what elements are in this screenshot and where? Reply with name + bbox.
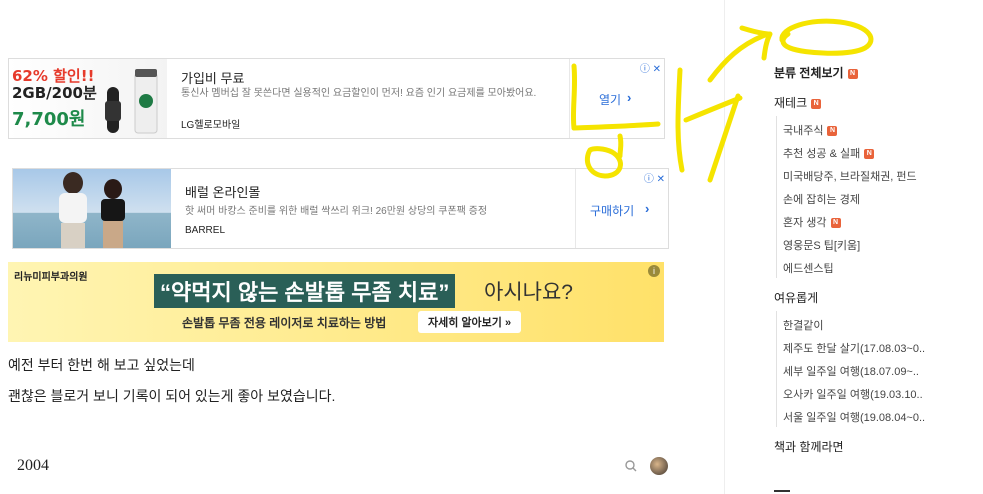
sidebar-item-us-dividend[interactable]: 미국배당주, 브라질채권, 펀드 [783,168,917,184]
ad-image [13,169,171,248]
sidebar-item-jeju[interactable]: 제주도 한달 살기(17.08.03~0.. [783,340,925,356]
sidebar-item-kiwoom-tips[interactable]: 영웅문S 팁[키움] [783,237,860,253]
tumbler-watch-icon [105,69,158,134]
tree-line [776,311,777,427]
new-badge: N [847,68,858,79]
learn-more-button[interactable]: 자세히 알아보기 » [418,311,522,333]
tree-line [776,116,777,278]
ad-cta[interactable]: 열기 [599,91,621,108]
item-label: 혼자 생각 [783,217,827,229]
sidebar-item-thoughts[interactable]: 혼자 생각 N [783,214,841,230]
close-icon[interactable]: ✕ [653,64,661,75]
promo-plan: 2GB/200분 [12,84,97,102]
close-icon[interactable]: ✕ [657,174,665,185]
sidebar-item-consistent[interactable]: 한결같이 [783,317,823,333]
sidebar-bottom-line [774,490,790,492]
ad-separator [575,169,576,248]
clinic-logo: 리뉴미피부과의원 [14,272,88,283]
category-label: 재테크 [774,96,808,110]
chevron-right-icon[interactable]: › [627,90,631,105]
promo-price: 7,700원 [12,109,86,130]
ad-title: 배럴 온라인몰 [185,185,261,200]
sidebar-category-finance[interactable]: 재테크 N [774,94,822,111]
search-icon[interactable] [624,459,638,473]
ad-clinic-banner[interactable]: 리뉴미피부과의원 “약먹지 않는 손발톱 무좀 치료” 아시나요? 손발톱 무좀… [8,262,664,342]
item-label: 영웅문S 팁[키움] [783,240,861,252]
ad-cta[interactable]: 구매하기 [590,202,634,219]
item-label: 세부 일주일 여행(18.07.09~.. [783,366,919,378]
ad-lg-hello-mobile[interactable]: 62% 할인!! 2GB/200분 7,700원 가입비 무료 통신사 멤버십 … [8,58,665,139]
chevron-right-icon[interactable]: › [645,201,649,216]
sidebar-category-leisure[interactable]: 여유롭게 [774,289,818,306]
sidebar-item-economy[interactable]: 손에 잡히는 경제 [783,191,860,207]
sidebar-item-picks[interactable]: 추천 성공 & 실패 N [783,145,875,161]
info-icon[interactable]: i [648,265,660,277]
item-label: 추천 성공 & 실패 [783,148,861,160]
sidebar-all-categories[interactable]: 분류 전체보기 N [774,64,858,81]
item-label: 오사카 일주일 여행(19.03.10.. [783,389,923,401]
item-label: 손에 잡히는 경제 [783,194,860,206]
ad-description: 핫 써머 바캉스 준비를 위한 배럴 싹쓰리 위크! 26만원 상당의 쿠폰팩 … [185,206,488,217]
sidebar-category-books[interactable]: 책과 함께라면 [774,438,844,455]
sidebar-item-osaka[interactable]: 오사카 일주일 여행(19.03.10.. [783,386,923,402]
banner-subline: 손발톱 무좀 전용 레이저로 치료하는 방법 [182,316,387,330]
sidebar-item-adsense-tips[interactable]: 에드센스팁 [783,260,834,276]
info-icon[interactable]: ⓘ [640,64,650,75]
post-paragraph: 괜찮은 블로거 보니 기록이 되어 있는게 좋아 보였습니다. [8,388,336,404]
sidebar-item-domestic-stocks[interactable]: 국내주식 N [783,122,838,138]
info-icon[interactable]: ⓘ [644,174,654,185]
new-badge: N [827,126,838,137]
item-label: 제주도 한달 살기(17.08.03~0.. [783,343,926,355]
avatar[interactable] [650,457,668,475]
item-label: 서울 일주일 여행(19.08.04~0.. [783,412,926,424]
footer-year: 2004 [17,457,49,474]
ad-description: 통신사 멤버십 잘 못쓴다면 실용적인 요금할인이 먼저! 요즘 인기 요금제를… [181,88,537,99]
beach-people-image [59,172,125,248]
ad-brand: BARREL [185,225,226,236]
banner-headline-suffix: 아시나요? [484,281,573,304]
post-paragraph: 예전 부터 한번 해 보고 싶었는데 [8,357,195,373]
ad-controls[interactable]: ⓘ ✕ [644,170,665,185]
ad-controls[interactable]: ⓘ ✕ [640,60,661,75]
new-badge: N [811,98,822,109]
item-label: 한결같이 [783,320,824,332]
ad-barrel[interactable]: 배럴 온라인몰 핫 써머 바캉스 준비를 위한 배럴 싹쓰리 위크! 26만원 … [12,168,669,249]
item-label: 미국배당주, 브라질채권, 펀드 [783,171,917,183]
item-label: 에드센스팁 [783,263,834,275]
banner-headline: “약먹지 않는 손발톱 무좀 치료” [154,274,456,308]
sidebar-divider [724,0,725,494]
ad-image: 62% 할인!! 2GB/200분 7,700원 [9,59,167,138]
new-badge: N [830,218,841,229]
category-label: 여유롭게 [774,291,819,305]
sidebar-item-cebu[interactable]: 세부 일주일 여행(18.07.09~.. [783,363,919,379]
ad-brand: LG헬로모바일 [181,120,241,131]
sidebar-all-categories-label: 분류 전체보기 [774,66,844,80]
item-label: 국내주식 [783,125,824,137]
ad-title: 가입비 무료 [181,71,245,86]
category-label: 책과 함께라면 [774,440,844,454]
ad-separator [569,59,570,138]
new-badge: N [864,149,875,160]
sidebar-item-seoul[interactable]: 서울 일주일 여행(19.08.04~0.. [783,409,925,425]
